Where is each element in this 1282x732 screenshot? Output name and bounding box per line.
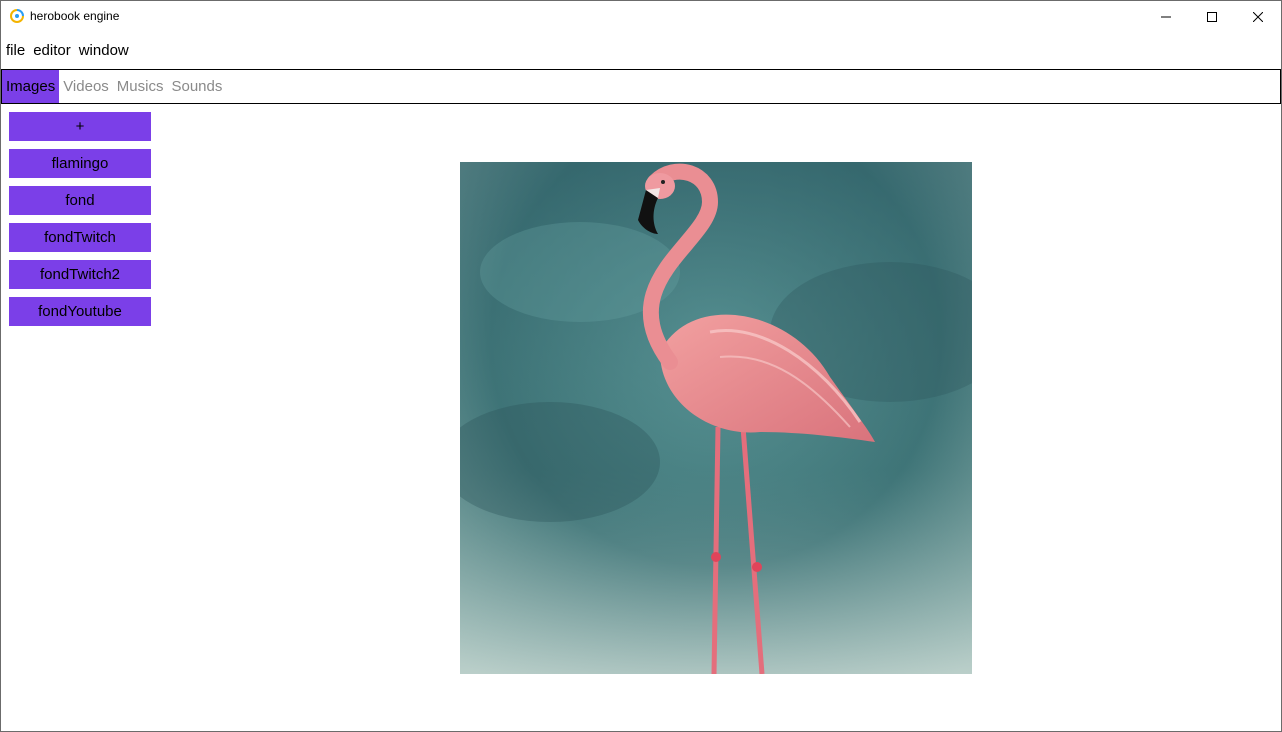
- window-title: herobook engine: [30, 9, 120, 23]
- menu-file[interactable]: file: [6, 41, 25, 63]
- asset-item-fondyoutube[interactable]: fondYoutube: [9, 297, 151, 326]
- tab-sounds[interactable]: Sounds: [167, 70, 226, 103]
- maximize-button[interactable]: [1189, 1, 1235, 32]
- asset-list: + flamingo fond fondTwitch fondTwitch2 f…: [9, 112, 152, 334]
- app-window: herobook engine file editor window Image…: [0, 0, 1282, 732]
- asset-item-fondtwitch[interactable]: fondTwitch: [9, 223, 151, 252]
- tab-musics[interactable]: Musics: [113, 70, 168, 103]
- app-logo-icon: [10, 9, 24, 23]
- minimize-button[interactable]: [1143, 1, 1189, 32]
- asset-item-fondtwitch2[interactable]: fondTwitch2: [9, 260, 151, 289]
- menu-bar: file editor window: [1, 41, 132, 63]
- flamingo-image: [460, 162, 972, 674]
- menu-editor[interactable]: editor: [33, 41, 71, 63]
- menu-window[interactable]: window: [79, 41, 129, 63]
- title-bar[interactable]: herobook engine: [1, 1, 1281, 32]
- maximize-icon: [1207, 11, 1217, 22]
- tab-images[interactable]: Images: [2, 70, 60, 103]
- minimize-icon: [1161, 12, 1171, 22]
- close-button[interactable]: [1235, 1, 1281, 32]
- asset-item-fond[interactable]: fond: [9, 186, 151, 215]
- tab-videos[interactable]: Videos: [59, 70, 113, 103]
- asset-item-flamingo[interactable]: flamingo: [9, 149, 151, 178]
- image-preview: [460, 162, 972, 674]
- add-asset-button[interactable]: +: [9, 112, 151, 141]
- asset-type-tabs: Images Videos Musics Sounds: [1, 69, 1281, 104]
- close-icon: [1253, 11, 1263, 22]
